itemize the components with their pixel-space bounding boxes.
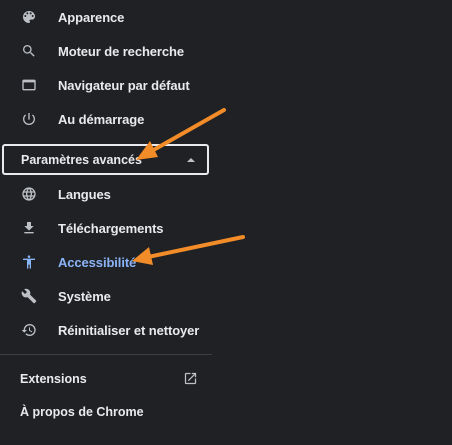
advanced-settings-label: Paramètres avancés (21, 153, 142, 167)
menu-item-label: Langues (58, 186, 111, 202)
menu-item-on-startup[interactable]: Au démarrage (0, 102, 212, 136)
search-icon (20, 42, 38, 60)
menu-item-search-engine[interactable]: Moteur de recherche (0, 34, 212, 68)
menu-item-label: Système (58, 288, 111, 304)
chevron-up-icon (187, 158, 195, 162)
wrench-icon (20, 287, 38, 305)
menu-item-languages[interactable]: Langues (0, 177, 212, 211)
menu-item-label: Téléchargements (58, 220, 164, 236)
globe-icon (20, 185, 38, 203)
browser-window-icon (20, 76, 38, 94)
advanced-settings-toggle[interactable]: Paramètres avancés (2, 144, 209, 175)
reset-history-icon (20, 321, 38, 339)
download-icon (20, 219, 38, 237)
accessibility-icon (20, 253, 38, 271)
palette-icon (20, 8, 38, 26)
menu-item-label: Réinitialiser et nettoyer (58, 322, 200, 338)
menu-item-default-browser[interactable]: Navigateur par défaut (0, 68, 212, 102)
settings-sidebar: Apparence Moteur de recherche Navigateur… (0, 0, 452, 445)
menu-item-label: Apparence (58, 9, 125, 25)
open-in-new-icon[interactable] (183, 371, 198, 386)
extensions-link[interactable]: Extensions (20, 372, 87, 386)
menu-item-label: Accessibilité (58, 254, 137, 270)
menu-item-reset-cleanup[interactable]: Réinitialiser et nettoyer (0, 313, 212, 347)
menu-item-downloads[interactable]: Téléchargements (0, 211, 212, 245)
menu-item-label: Navigateur par défaut (58, 77, 190, 93)
sidebar-divider (0, 354, 212, 355)
menu-item-label: Moteur de recherche (58, 43, 184, 59)
menu-item-system[interactable]: Système (0, 279, 212, 313)
menu-item-label: Au démarrage (58, 111, 145, 127)
power-icon (20, 110, 38, 128)
about-chrome-link[interactable]: À propos de Chrome (20, 405, 144, 419)
menu-item-appearance[interactable]: Apparence (0, 0, 212, 34)
menu-item-accessibility[interactable]: Accessibilité (0, 245, 212, 279)
